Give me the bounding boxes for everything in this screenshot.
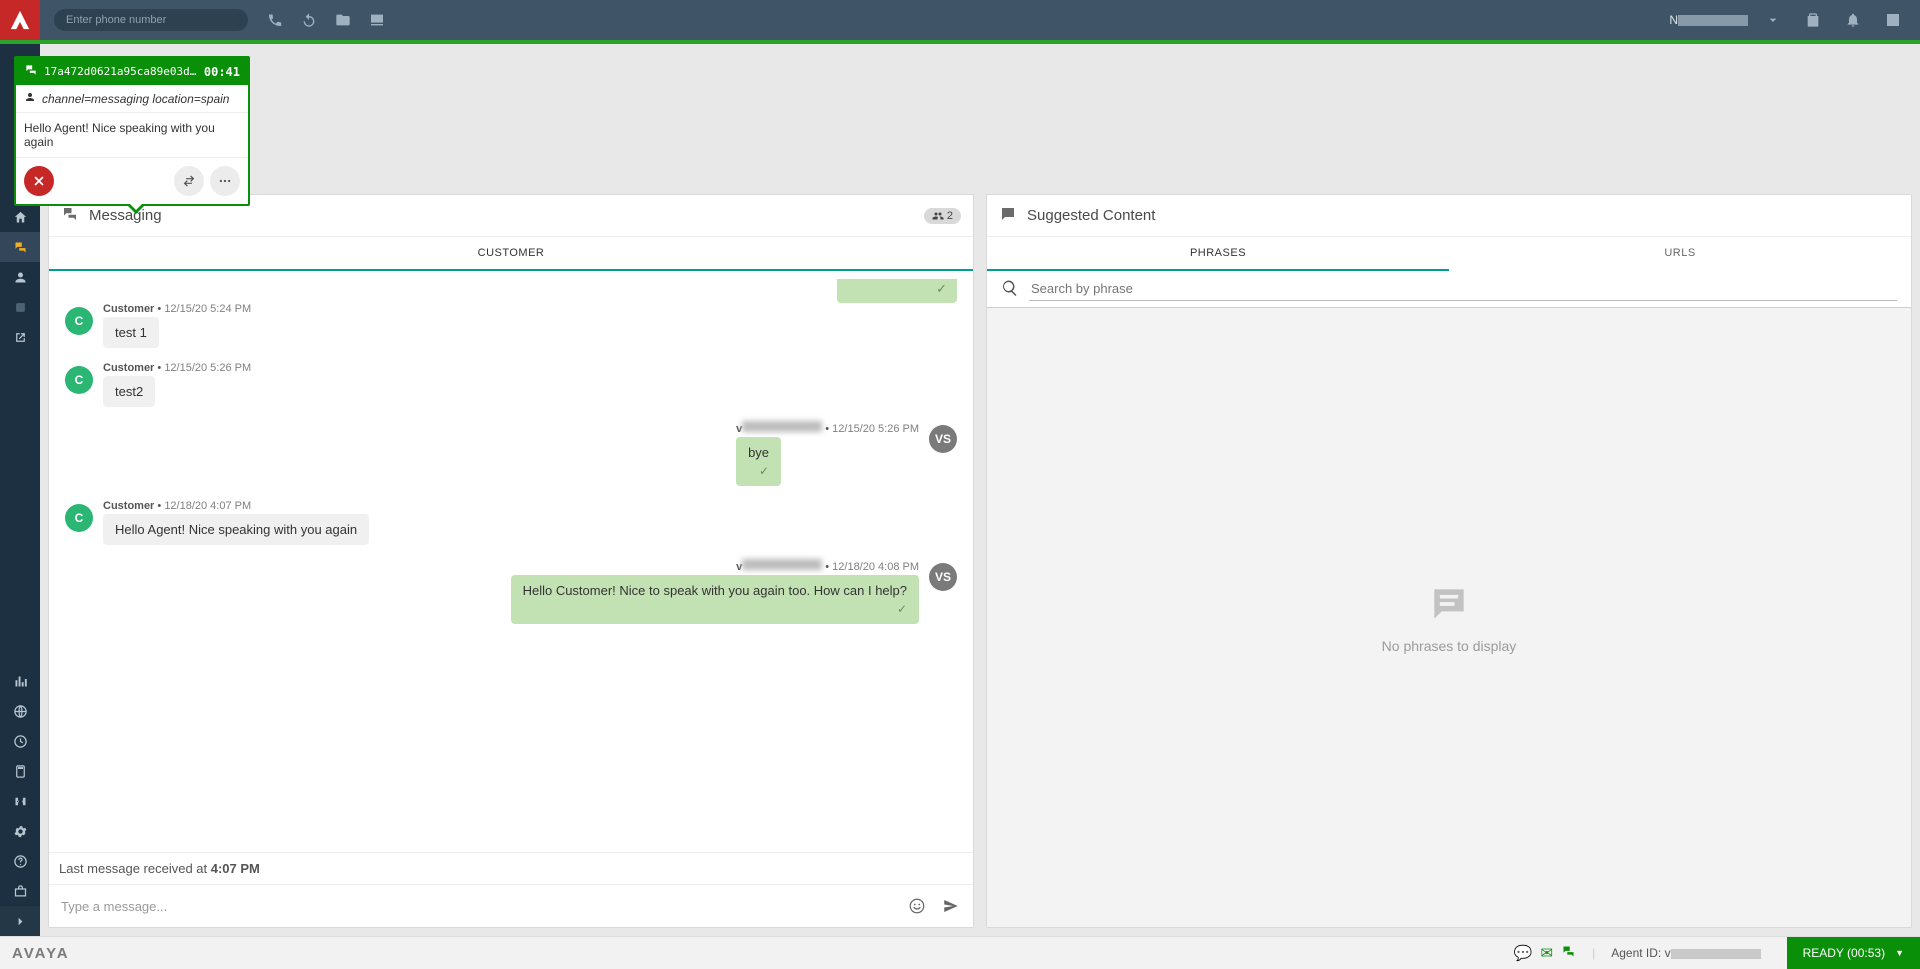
messaging-channel-icon — [1561, 944, 1576, 963]
clipboard-icon[interactable] — [1798, 5, 1828, 35]
message-time: 12/15/20 5:26 PM — [832, 423, 919, 435]
nav-globe[interactable] — [0, 696, 40, 726]
channel-indicators: 💬 ✉ — [1514, 944, 1576, 963]
suggested-panel: Suggested Content PHRASES URLS No phrase… — [986, 194, 1912, 928]
nav-messaging[interactable] — [0, 232, 40, 262]
nav-layout[interactable] — [0, 786, 40, 816]
phone-input[interactable] — [54, 9, 248, 31]
interaction-card: 17a472d0621a95ca89e03d4c 00:41 channel=m… — [14, 56, 250, 206]
message-row: CCustomer • 12/15/20 5:26 PMtest2 — [65, 362, 957, 407]
check-icon: ✓ — [523, 602, 907, 616]
nav-calc[interactable] — [0, 756, 40, 786]
email-channel-icon: ✉ — [1541, 944, 1554, 962]
messaging-icon — [24, 63, 38, 80]
tab-phrases[interactable]: PHRASES — [987, 237, 1449, 271]
message-row: CCustomer • 12/18/20 4:07 PMHello Agent!… — [65, 500, 957, 545]
avatar: VS — [929, 563, 957, 591]
message-bubble: bye✓ — [736, 437, 781, 486]
message-input[interactable] — [59, 891, 895, 921]
participants-badge[interactable]: 2 — [924, 208, 961, 224]
message-bubble: test2 — [103, 376, 155, 407]
message-bubble: Hello Agent! Nice speaking with you agai… — [103, 514, 369, 545]
interaction-id: 17a472d0621a95ca89e03d4c — [44, 65, 198, 78]
messaging-icon — [61, 205, 79, 226]
top-bar: N — [0, 0, 1920, 40]
avatar: C — [65, 307, 93, 335]
message-time: 12/18/20 4:08 PM — [832, 561, 919, 573]
screen-icon[interactable] — [362, 5, 392, 35]
person-icon — [24, 91, 36, 106]
nav-settings[interactable] — [0, 816, 40, 846]
dial-icon[interactable] — [260, 5, 290, 35]
message-row: VSv • 12/18/20 4:08 PMHello Customer! Ni… — [65, 559, 957, 624]
avatar: C — [65, 504, 93, 532]
message-row: VSv • 12/15/20 5:26 PMbye✓ — [65, 421, 957, 486]
phrases-empty-state: No phrases to display — [987, 308, 1911, 927]
agent-status-button[interactable]: READY (00:53)▼ — [1787, 937, 1920, 969]
message-sender: Customer — [103, 362, 154, 374]
chat-body[interactable]: ✓ CCustomer • 12/15/20 5:24 PMtest 1CCus… — [49, 271, 973, 852]
profile-icon[interactable] — [1878, 5, 1908, 35]
nav-contacts[interactable] — [0, 262, 40, 292]
nav-expand[interactable] — [0, 906, 40, 936]
message-sender: Customer — [103, 500, 154, 512]
tab-customer[interactable]: CUSTOMER — [49, 237, 973, 271]
brand-logo: AVAYA — [12, 945, 70, 962]
transfer-button[interactable] — [174, 166, 204, 196]
message-sender: v — [736, 561, 822, 573]
suggested-title: Suggested Content — [1027, 207, 1155, 224]
nav-home[interactable] — [0, 202, 40, 232]
message-bubble: test 1 — [103, 317, 159, 348]
avatar: VS — [929, 425, 957, 453]
redial-icon[interactable] — [294, 5, 324, 35]
message-time: 12/18/20 4:07 PM — [164, 500, 251, 512]
avatar: C — [65, 366, 93, 394]
search-icon — [1001, 279, 1019, 300]
tab-urls[interactable]: URLS — [1449, 237, 1911, 271]
message-sender: v — [736, 423, 822, 435]
emoji-icon[interactable] — [905, 894, 929, 918]
nav-disabled — [0, 292, 40, 322]
nav-toolbox[interactable] — [0, 876, 40, 906]
interaction-preview: Hello Agent! Nice speaking with you agai… — [16, 113, 248, 157]
user-name: N — [1669, 13, 1748, 27]
nav-screenpop[interactable] — [0, 322, 40, 352]
message-row: CCustomer • 12/15/20 5:24 PMtest 1 — [65, 303, 957, 348]
nav-clock[interactable] — [0, 726, 40, 756]
nav-stats[interactable] — [0, 666, 40, 696]
phrase-search-input[interactable] — [1029, 277, 1897, 301]
interaction-timer: 00:41 — [204, 65, 240, 79]
chat-channel-icon: 💬 — [1514, 944, 1533, 962]
folder-icon[interactable] — [328, 5, 358, 35]
message-bubble: Hello Customer! Nice to speak with you a… — [511, 575, 919, 624]
app-logo — [0, 0, 40, 40]
message-sender: Customer — [103, 303, 154, 315]
user-menu-chevron-icon[interactable] — [1758, 5, 1788, 35]
agent-id: Agent ID: v — [1611, 946, 1760, 960]
message-time: 12/15/20 5:24 PM — [164, 303, 251, 315]
nav-help[interactable] — [0, 846, 40, 876]
interaction-attrs: channel=messaging location=spain — [42, 92, 229, 106]
more-actions-button[interactable] — [210, 166, 240, 196]
end-interaction-button[interactable] — [24, 166, 54, 196]
messaging-panel: Messaging 2 CUSTOMER ✓ CCustomer • 12/15… — [48, 194, 974, 928]
suggested-icon — [999, 205, 1017, 226]
bottom-bar: AVAYA 💬 ✉ | Agent ID: v READY (00:53)▼ — [0, 936, 1920, 969]
check-icon: ✓ — [748, 464, 769, 478]
send-icon[interactable] — [939, 894, 963, 918]
message-time: 12/15/20 5:26 PM — [164, 362, 251, 374]
delivery-check-icon: ✓ — [837, 279, 957, 303]
bell-icon[interactable] — [1838, 5, 1868, 35]
last-received: Last message received at 4:07 PM — [49, 852, 973, 884]
